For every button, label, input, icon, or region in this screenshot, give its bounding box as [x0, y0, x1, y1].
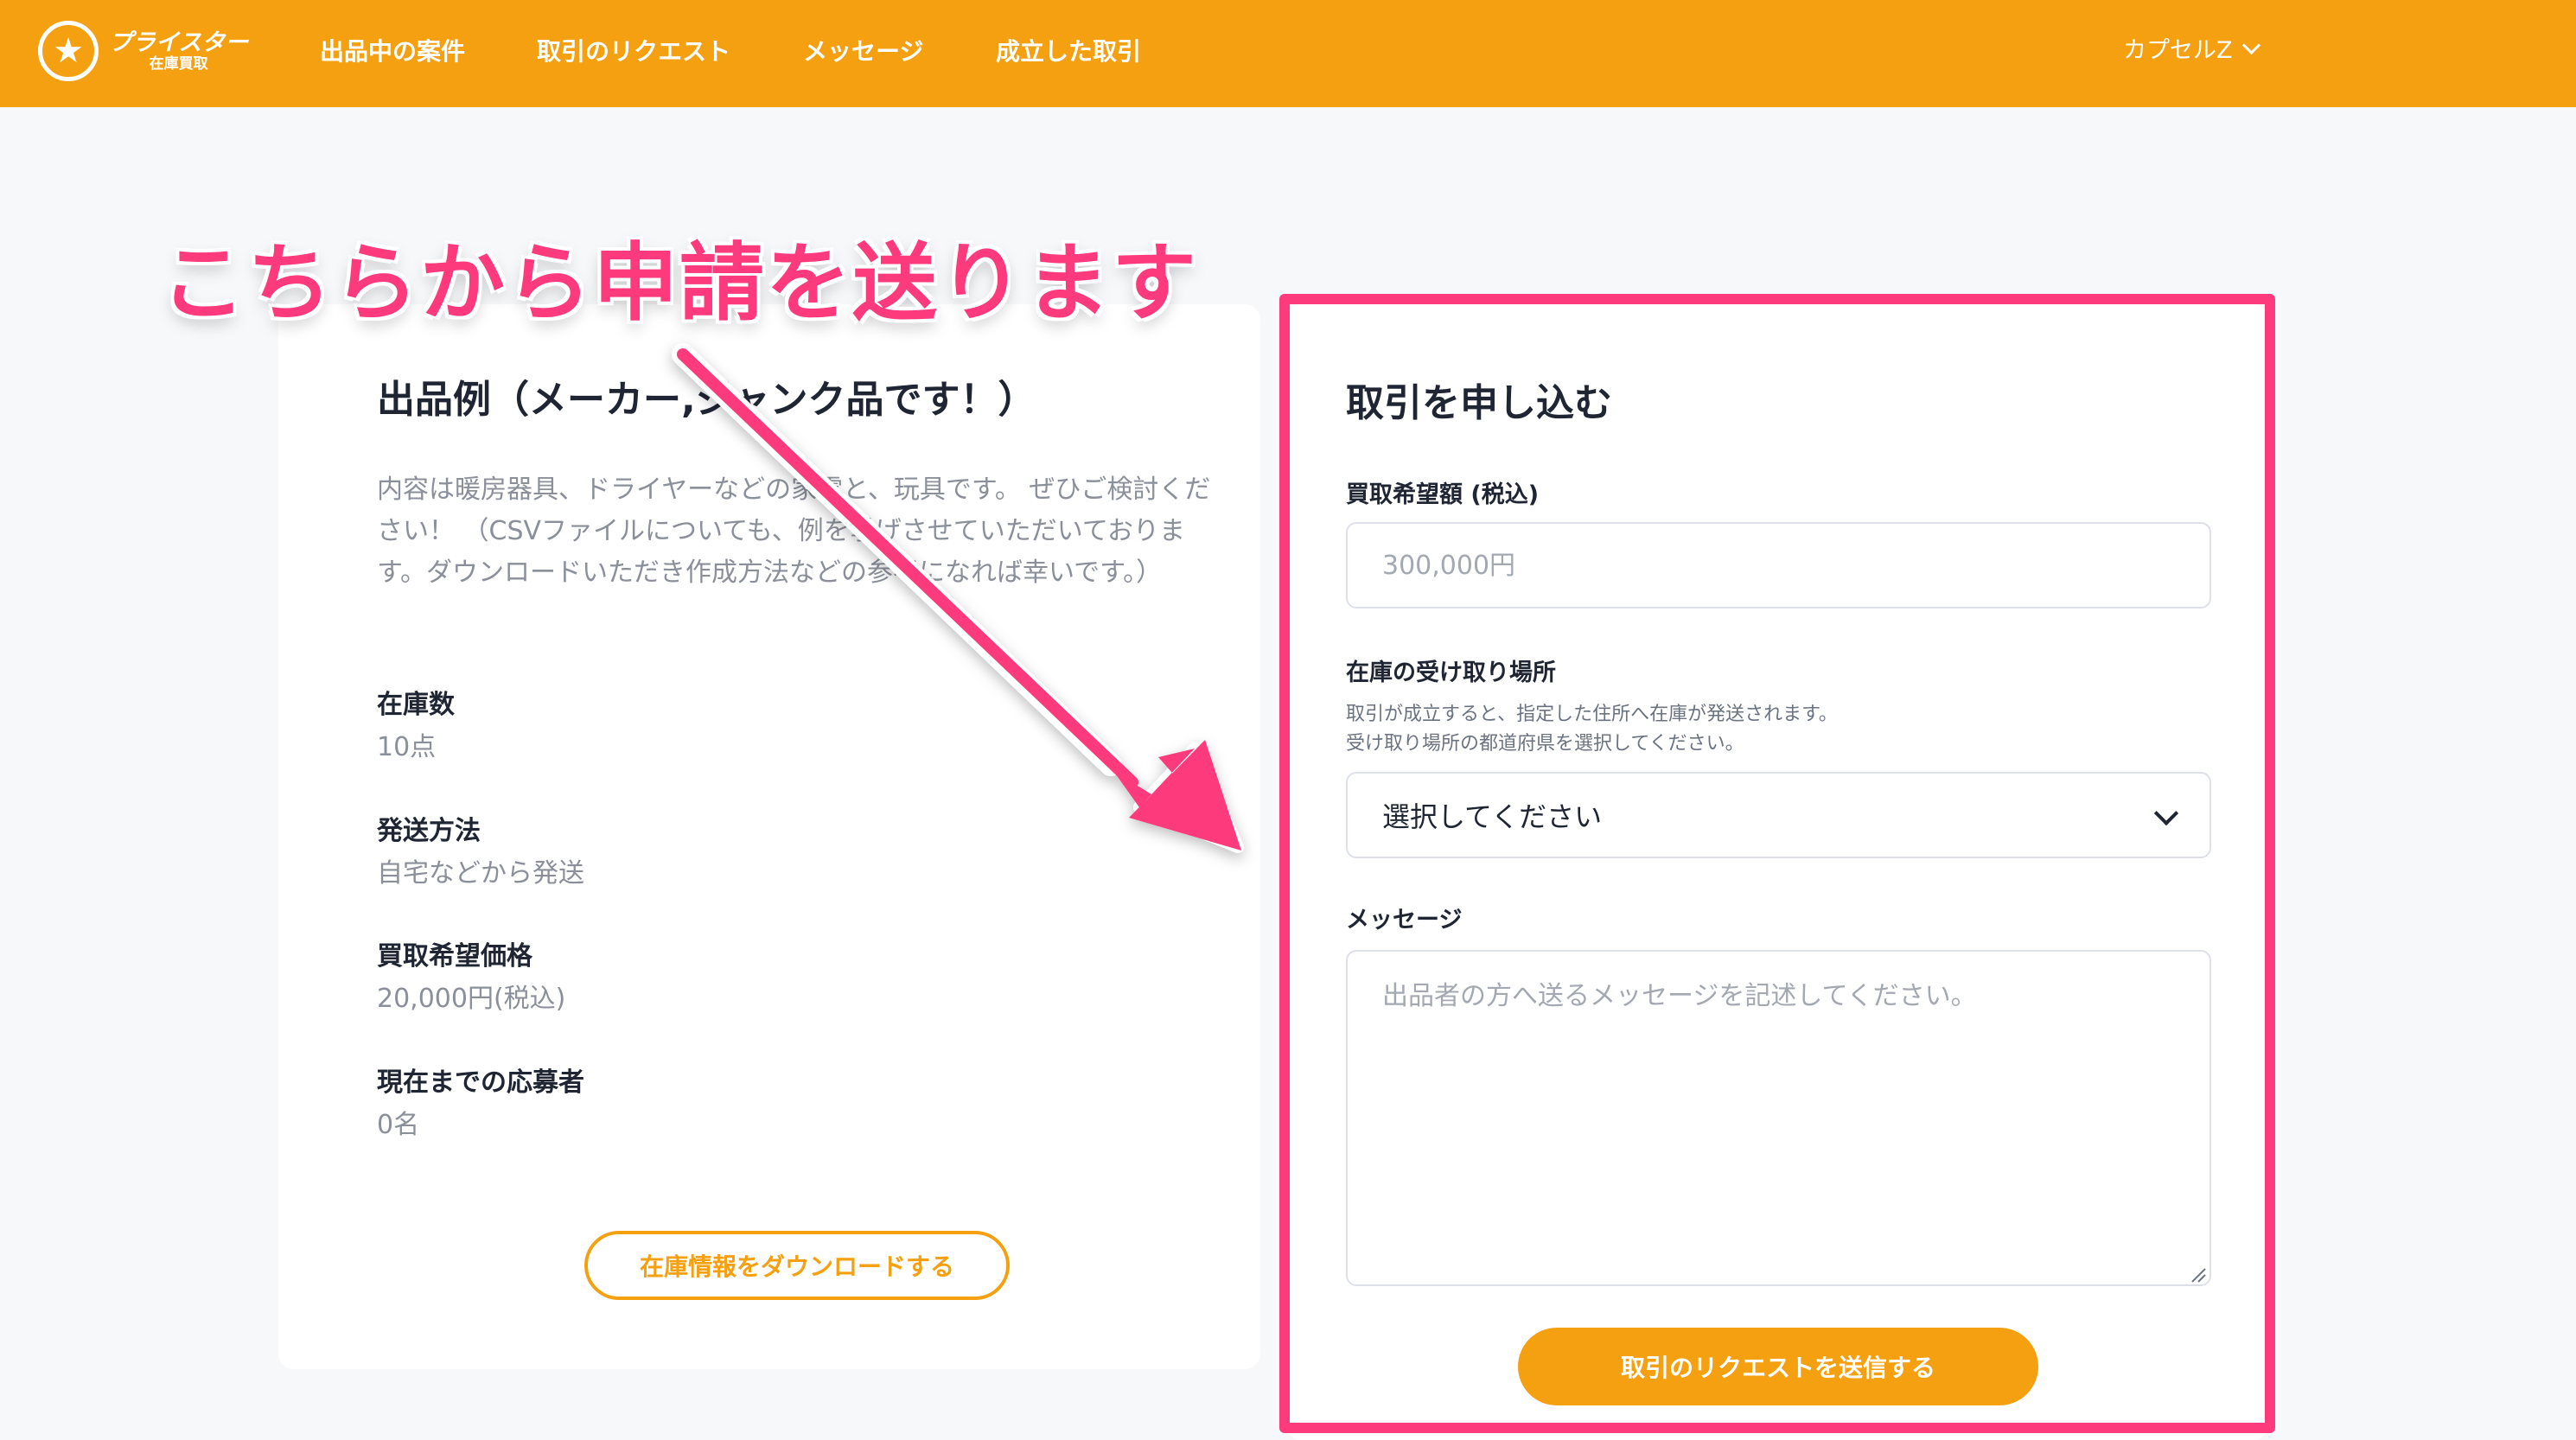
user-menu[interactable]: カプセルZ	[2123, 31, 2260, 65]
desired-price-value: 20,000円(税込)	[377, 984, 566, 1014]
price-field-label: 買取希望額 (税込)	[1346, 481, 1540, 508]
logo-name: プライスター	[109, 29, 249, 56]
shipping-method-label: 発送方法	[377, 816, 481, 846]
download-stock-button[interactable]: 在庫情報をダウンロードする	[584, 1231, 1010, 1300]
message-textarea[interactable]	[1346, 950, 2211, 1286]
stock-count-label: 在庫数	[377, 690, 455, 720]
location-help-text: 取引が成立すると、指定した住所へ在庫が発送されます。 受け取り場所の都道府県を選…	[1346, 700, 1838, 759]
location-help-line-2: 受け取り場所の都道府県を選択してください。	[1346, 733, 1744, 755]
nav-listings[interactable]: 出品中の案件	[320, 33, 465, 67]
annotation-callout-text: こちらから申請を送ります	[161, 234, 1199, 333]
location-select[interactable]: 選択してください	[1346, 772, 2211, 858]
applicants-label: 現在までの応募者	[377, 1067, 584, 1098]
listing-title: 出品例（メーカー,ジャンク品です！）	[377, 378, 1036, 422]
submit-request-button[interactable]: 取引のリクエストを送信する	[1518, 1328, 2038, 1405]
applicants-value: 0名	[377, 1110, 420, 1140]
nav-requests[interactable]: 取引のリクエスト	[537, 33, 730, 67]
app-logo[interactable]: ★ プライスター 在庫買取	[38, 21, 248, 81]
price-input[interactable]	[1346, 522, 2211, 608]
chevron-down-icon	[2153, 800, 2179, 826]
star-logo-icon: ★	[38, 21, 99, 81]
shipping-method-value: 自宅などから発送	[377, 858, 584, 889]
user-name: カプセルZ	[2123, 37, 2233, 64]
chevron-down-icon	[2241, 35, 2260, 55]
resize-handle-icon[interactable]	[2190, 1267, 2206, 1283]
nav-completed-deals[interactable]: 成立した取引	[996, 33, 1141, 67]
location-select-value: 選択してください	[1382, 800, 1603, 833]
message-field-label: メッセージ	[1346, 907, 1463, 933]
location-help-line-1: 取引が成立すると、指定した住所へ在庫が発送されます。	[1346, 704, 1838, 725]
desired-price-label: 買取希望価格	[377, 941, 532, 972]
location-field-label: 在庫の受け取り場所	[1346, 659, 1556, 686]
form-title: 取引を申し込む	[1346, 381, 1612, 425]
logo-subtitle: 在庫買取	[149, 54, 208, 73]
nav-messages[interactable]: メッセージ	[803, 33, 923, 67]
stock-count-value: 10点	[377, 732, 437, 762]
top-header: ★ プライスター 在庫買取 出品中の案件 取引のリクエスト メッセージ 成立した…	[0, 0, 2576, 107]
listing-description: 内容は暖房器具、ドライヤーなどの家電と、玩具です。 ぜひご検討ください！ （CS…	[377, 475, 1211, 588]
